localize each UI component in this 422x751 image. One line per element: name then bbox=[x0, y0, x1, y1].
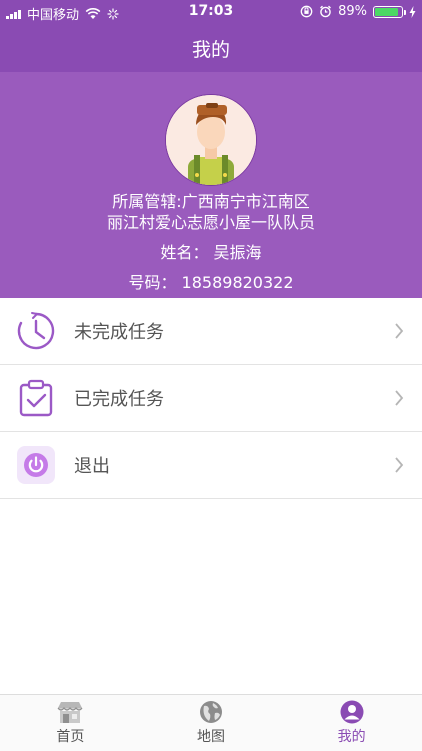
menu-item-finished-tasks[interactable]: 已完成任务 bbox=[0, 365, 422, 432]
status-bar: 中国移动 17:03 89% bbox=[0, 0, 422, 24]
user-icon bbox=[340, 700, 364, 724]
battery-percent: 89% bbox=[338, 4, 367, 19]
tab-bar: 首页 地图 我的 bbox=[0, 694, 422, 751]
store-icon bbox=[57, 702, 83, 723]
chevron-right-icon bbox=[395, 457, 404, 473]
affiliation-line-2: 丽江村爱心志愿小屋一队队员 bbox=[106, 213, 315, 232]
chevron-right-icon bbox=[395, 323, 404, 339]
status-right: 89% bbox=[300, 4, 416, 19]
clock-history-icon bbox=[16, 311, 56, 351]
tab-label: 首页 bbox=[56, 729, 85, 745]
alarm-icon bbox=[320, 5, 332, 18]
page-title: 我的 bbox=[191, 38, 230, 61]
globe-icon bbox=[200, 701, 222, 723]
tab-label: 地图 bbox=[197, 729, 225, 745]
nav-bar: 我的 bbox=[0, 24, 422, 72]
user-name: 姓名： 吴振海 bbox=[160, 243, 262, 262]
menu-item-label: 退出 bbox=[74, 456, 110, 477]
battery-icon bbox=[373, 5, 406, 18]
tab-map[interactable]: 地图 bbox=[141, 695, 282, 751]
tab-home[interactable]: 首页 bbox=[0, 695, 141, 751]
tab-mine[interactable]: 我的 bbox=[281, 695, 422, 751]
menu-item-label: 已完成任务 bbox=[74, 389, 164, 410]
tab-label: 我的 bbox=[337, 729, 366, 745]
power-icon bbox=[16, 445, 56, 485]
profile-header: 所属管辖:广西南宁市江南区 丽江村爱心志愿小屋一队队员 姓名： 吴振海 号码： … bbox=[0, 72, 422, 298]
user-phone: 号码： 18589820322 bbox=[128, 273, 294, 292]
charging-icon bbox=[409, 5, 416, 18]
menu-item-label: 未完成任务 bbox=[74, 322, 164, 343]
rotation-lock-icon bbox=[300, 5, 313, 18]
menu-item-logout[interactable]: 退出 bbox=[0, 432, 422, 499]
menu-list: 未完成任务 已完成任务 退出 bbox=[0, 298, 422, 499]
menu-item-unfinished-tasks[interactable]: 未完成任务 bbox=[0, 298, 422, 365]
affiliation-line-1: 所属管辖:广西南宁市江南区 bbox=[112, 192, 310, 211]
avatar[interactable] bbox=[165, 94, 257, 186]
worker-avatar-icon bbox=[166, 95, 256, 185]
chevron-right-icon bbox=[395, 390, 404, 406]
clipboard-check-icon bbox=[16, 378, 56, 418]
